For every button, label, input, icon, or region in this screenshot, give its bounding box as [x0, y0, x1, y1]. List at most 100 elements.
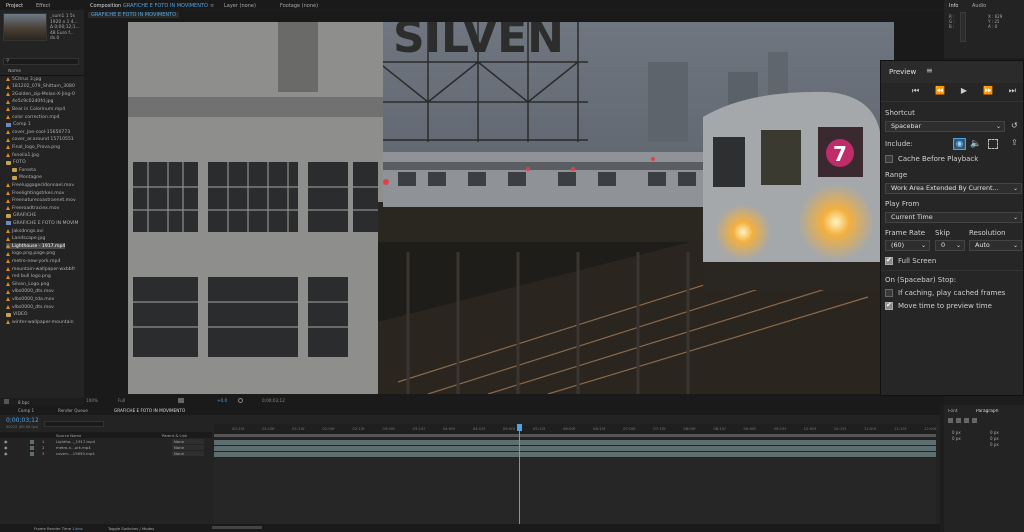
project-item[interactable]: 2Golden_zip-Melan-X-Jing-0	[6, 91, 75, 97]
project-item[interactable]: 5Citrus 3.jpg	[6, 76, 41, 82]
viewer-timecode[interactable]: 0;00;03;12	[262, 398, 285, 403]
skip-dropdown[interactable]: 0 ⌄	[935, 240, 965, 251]
tab-comp-1[interactable]: Comp 1	[18, 408, 34, 413]
project-item[interactable]: winter-wallpaper-mountain	[6, 319, 74, 325]
eye-icon[interactable]: ◉	[4, 445, 8, 450]
project-item[interactable]: Freeluggagecldonnael.mov	[6, 182, 74, 188]
timeline-search-input[interactable]	[44, 421, 104, 427]
project-item[interactable]: Freelightingstrkes.mov	[6, 190, 64, 196]
timeline-timecode[interactable]: 0;00;03;12	[6, 417, 39, 424]
if-caching-checkbox[interactable]	[885, 289, 893, 297]
tab-paragraph[interactable]: Paragraph	[976, 409, 999, 414]
project-item[interactable]: mountain-wallpaper-wxbbfr	[6, 266, 75, 272]
project-item[interactable]: red bull logo.png	[6, 274, 51, 280]
work-area-bar[interactable]	[214, 434, 936, 437]
project-item[interactable]: logo.png.page.png	[6, 251, 55, 257]
timeline-layer-row[interactable]: ◉ 2 metro-n...ork.mp4 None	[0, 445, 212, 451]
project-item[interactable]: FOTO	[6, 160, 26, 166]
align-right-icon[interactable]	[964, 418, 969, 423]
menu-icon[interactable]: ≡	[210, 3, 214, 9]
project-item[interactable]: color correction.mp4	[6, 114, 60, 120]
shortcut-dropdown[interactable]: Spacebar ⌄	[885, 121, 1005, 132]
column-name-header[interactable]: Name	[8, 69, 21, 74]
parent-dropdown[interactable]: None	[172, 451, 204, 457]
full-screen-checkbox[interactable]	[885, 256, 893, 265]
project-item[interactable]: vlbs0000_dts.mov	[6, 289, 54, 295]
tab-info[interactable]: Info	[949, 3, 958, 9]
track-bar-2[interactable]	[214, 446, 936, 451]
project-item[interactable]: Freeroadtraciex.mov	[6, 205, 59, 211]
project-item[interactable]: Silvan_Logo.png	[6, 281, 49, 287]
cache-before-playback-label[interactable]: Cache Before Playback	[898, 155, 978, 163]
first-frame-icon[interactable]: ⏮	[912, 86, 919, 96]
reset-icon[interactable]: ↺	[1011, 121, 1018, 130]
project-item[interactable]: Foresta	[12, 167, 36, 173]
viewer-exposure[interactable]: +0.0	[217, 398, 227, 403]
last-frame-icon[interactable]: ⏭	[1009, 86, 1016, 96]
if-caching-label[interactable]: If caching, play cached frames	[898, 289, 1005, 297]
layer-name[interactable]: metro-n...ork.mp4	[56, 445, 91, 450]
viewer-quality[interactable]: Full	[118, 398, 125, 403]
project-item[interactable]: GRAFICHE E FOTO IN MOVIM	[6, 220, 78, 226]
label-color-swatch[interactable]	[30, 451, 34, 456]
parent-dropdown[interactable]: None	[172, 445, 204, 451]
tab-timeline-comp[interactable]: GRAFICHE E FOTO IN MOVIMENTO	[114, 408, 185, 413]
next-frame-icon[interactable]: ⏩	[983, 86, 993, 96]
export-icon[interactable]: ⇪	[1011, 138, 1018, 147]
col-parent-link[interactable]: Parent & Link	[162, 433, 187, 438]
project-item[interactable]: Freenaturecoastraenet.mov	[6, 198, 76, 204]
include-overlays-icon[interactable]	[988, 139, 998, 149]
align-left-icon[interactable]	[948, 418, 953, 423]
project-item[interactable]: GRAFICHE	[6, 213, 36, 219]
eye-icon[interactable]: ◉	[4, 451, 8, 456]
cache-before-playback-checkbox[interactable]	[885, 155, 893, 163]
zoom-slider[interactable]	[212, 526, 262, 529]
preview-menu-icon[interactable]: ≡	[926, 66, 933, 75]
tab-render-queue[interactable]: Render Queue	[58, 408, 88, 413]
tab-footage[interactable]: Footage (none)	[280, 3, 318, 9]
play-icon[interactable]: ▶	[961, 86, 967, 96]
tab-audio[interactable]: Audio	[972, 3, 986, 9]
project-item[interactable]: cover_ar.around 15710551	[6, 137, 74, 143]
project-item[interactable]: Montagne	[12, 175, 42, 181]
track-bar-1[interactable]	[214, 440, 936, 445]
eye-icon[interactable]: ◉	[4, 439, 8, 444]
project-item[interactable]: Comp 1	[6, 122, 31, 128]
project-item[interactable]: Lighthouse - 1917.mp4	[6, 243, 66, 250]
toggle-switches-modes[interactable]: Toggle Switches / Modes	[108, 526, 154, 531]
move-time-label[interactable]: Move time to preview time	[898, 302, 992, 310]
track-bar-3[interactable]	[214, 452, 936, 457]
justify-icon[interactable]	[972, 418, 977, 423]
project-item[interactable]: 4e5c9c02d0fd.jpg	[6, 99, 53, 105]
space-after-value[interactable]: 0 px	[990, 442, 999, 448]
move-time-checkbox[interactable]	[885, 301, 893, 310]
timeline-layer-row[interactable]: ◉ 3 coverr-...15650.mp4 None	[0, 451, 212, 457]
project-item[interactable]: vlbs0000_tda.mov	[6, 296, 54, 302]
project-item[interactable]: Jaksdnngs.avi	[6, 228, 44, 234]
tab-effect[interactable]: Effect	[36, 3, 50, 9]
include-video-eye-icon[interactable]: ◉	[953, 138, 966, 150]
range-dropdown[interactable]: Work Area Extended By Current... ⌄	[885, 183, 1022, 194]
play-from-dropdown[interactable]: Current Time ⌄	[885, 212, 1022, 223]
tab-project[interactable]: Project	[6, 3, 23, 9]
camera-icon[interactable]	[178, 398, 184, 403]
layer-name[interactable]: Lightho..._1917.mp4	[56, 439, 95, 444]
resolution-dropdown[interactable]: Auto ⌄	[969, 240, 1022, 251]
trash-icon[interactable]	[4, 399, 9, 404]
parent-dropdown[interactable]: None	[172, 439, 204, 445]
label-color-swatch[interactable]	[30, 445, 34, 450]
project-item[interactable]: VIDEO	[6, 312, 28, 318]
label-color-swatch[interactable]	[30, 439, 34, 444]
comp-breadcrumb[interactable]: GRAFICHE E FOTO IN MOVIMENTO	[88, 12, 180, 18]
tab-layer[interactable]: Layer (none)	[224, 3, 256, 9]
project-item[interactable]: vlbs0000_dts.mov	[6, 304, 54, 310]
project-item[interactable]: fonolia1.jpg	[6, 152, 39, 158]
include-audio-speaker-icon[interactable]: 🔈	[970, 138, 983, 150]
full-screen-label[interactable]: Full Screen	[898, 257, 936, 265]
space-before-value[interactable]: 0 px	[952, 436, 961, 442]
align-center-icon[interactable]	[956, 418, 961, 423]
timeline-layer-row[interactable]: ◉ 1 Lightho..._1917.mp4 None	[0, 439, 212, 445]
tab-composition[interactable]: Composition GRAFICHE E FOTO IN MOVIMENTO	[90, 3, 208, 9]
frame-rate-dropdown[interactable]: (60) ⌄	[885, 240, 930, 251]
prev-frame-icon[interactable]: ⏪	[935, 86, 945, 96]
